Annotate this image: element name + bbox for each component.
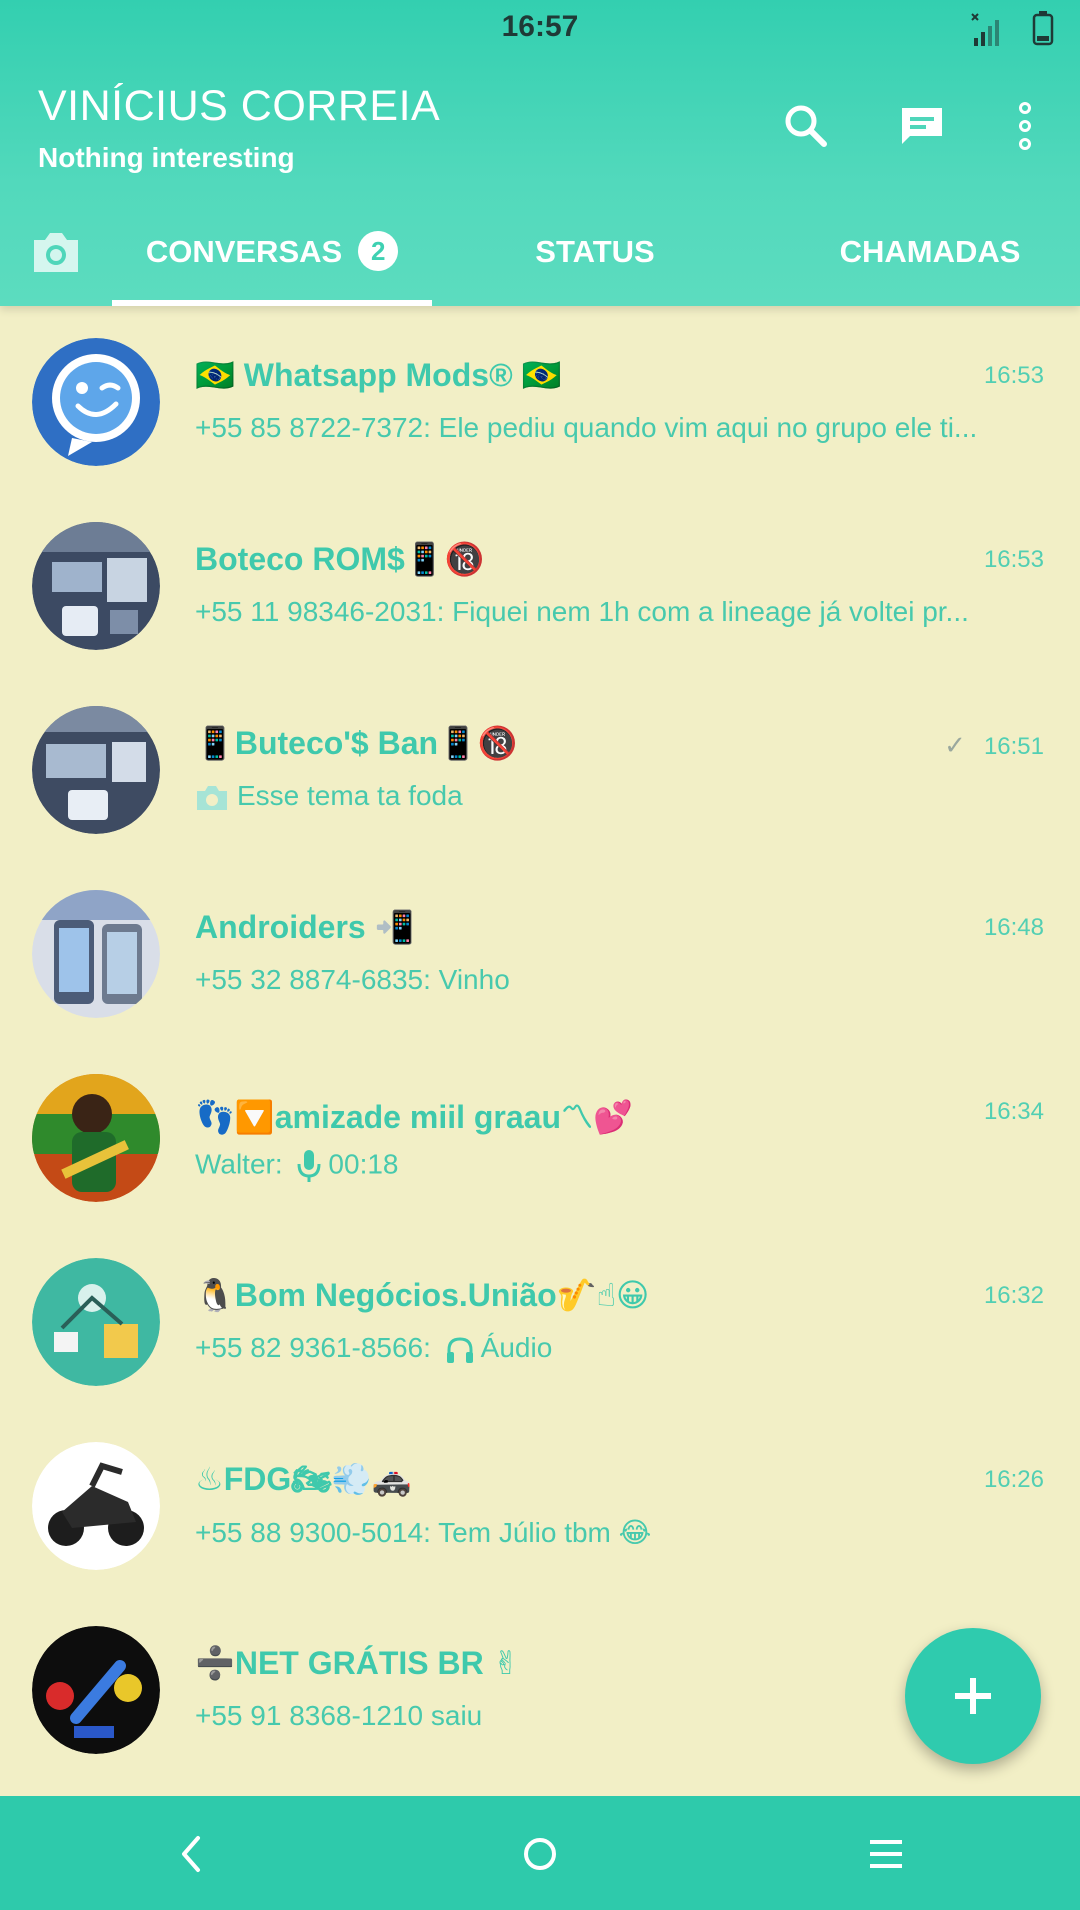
chat-avatar bbox=[32, 1626, 160, 1754]
audio-label: Áudio bbox=[480, 1332, 553, 1363]
chat-preview-container: Esse tema ta foda bbox=[195, 780, 1025, 812]
camera-icon[interactable] bbox=[30, 228, 82, 276]
chat-preview: +55 85 8722-7372: Ele pediu quando vim a… bbox=[195, 412, 978, 443]
chat-title: 🐧Bom Negócios.União🎷☝😀 bbox=[195, 1277, 650, 1313]
home-icon[interactable] bbox=[512, 1826, 568, 1882]
chat-avatar bbox=[32, 1074, 160, 1202]
chat-time: 16:34 bbox=[983, 1098, 1044, 1125]
camera-icon bbox=[197, 785, 227, 810]
chat-preview: +55 88 9300-5014: Tem Júlio tbm 😂 bbox=[195, 1517, 652, 1548]
plus-icon bbox=[955, 1678, 991, 1714]
chat-row[interactable]: 🐧Bom Negócios.União🎷☝😀 16:32 +55 82 9361… bbox=[0, 1226, 1080, 1410]
chat-avatar bbox=[32, 338, 160, 466]
recent-apps-icon[interactable] bbox=[858, 1826, 914, 1882]
chat-avatar bbox=[32, 1258, 160, 1386]
chat-list: 🇧🇷 Whatsapp Mods® 🇧🇷 16:53 +55 85 8722-7… bbox=[0, 306, 1080, 1796]
chat-avatar bbox=[32, 890, 160, 1018]
new-chat-icon[interactable] bbox=[896, 100, 948, 152]
chat-row[interactable]: ♨FDG🏍💨🚓 16:26 +55 88 9300-5014: Tem Júli… bbox=[0, 1410, 1080, 1594]
chat-row[interactable]: 👣🔽amizade miil graau〽💕 16:34 Walter: 00:… bbox=[0, 1042, 1080, 1226]
chat-title: 👣🔽amizade miil graau〽💕 bbox=[195, 1099, 633, 1135]
voice-duration: 00:18 bbox=[328, 1148, 399, 1180]
chat-row[interactable]: 🇧🇷 Whatsapp Mods® 🇧🇷 16:53 +55 85 8722-7… bbox=[0, 306, 1080, 490]
tab-bar: CONVERSAS 2 STATUS CHAMADAS bbox=[0, 206, 1080, 306]
chat-avatar bbox=[32, 706, 160, 834]
chat-time: 16:51 bbox=[983, 733, 1044, 760]
tab-conversas[interactable]: CONVERSAS 2 bbox=[112, 231, 432, 274]
chat-preview-container: Walter: 00:18 bbox=[195, 1148, 1025, 1184]
sent-check-icon: ✓ bbox=[944, 730, 966, 760]
chat-avatar bbox=[32, 1442, 160, 1570]
chat-avatar bbox=[32, 522, 160, 650]
chat-row[interactable]: Boteco ROM$📱🔞 16:53 +55 11 98346-2031: F… bbox=[0, 490, 1080, 674]
chat-row[interactable]: Androiders 📲 16:48 +55 32 8874-6835: Vin… bbox=[0, 858, 1080, 1042]
chat-time: 16:53 bbox=[983, 546, 1044, 573]
chat-preview-sender: Walter: bbox=[195, 1148, 283, 1180]
chat-time-container: ✓ 16:51 bbox=[944, 730, 1044, 761]
app-bar: 16:57 VINÍCIUS CORREIA Nothing interesti… bbox=[0, 0, 1080, 306]
system-nav-bar bbox=[0, 1796, 1080, 1910]
tab-conversas-label: CONVERSAS bbox=[145, 234, 343, 270]
more-options-icon[interactable] bbox=[1010, 100, 1040, 152]
back-icon[interactable] bbox=[164, 1826, 220, 1882]
chat-title: 📱Buteco'$ Ban📱🔞 bbox=[195, 725, 518, 761]
chat-title: ➗NET GRÁTIS BR ✌ bbox=[195, 1645, 520, 1681]
chat-title: ♨FDG🏍💨🚓 bbox=[195, 1461, 412, 1497]
chat-time: 16:48 bbox=[983, 914, 1044, 941]
chat-preview: +55 32 8874-6835: Vinho bbox=[195, 964, 510, 995]
chat-title: Boteco ROM$📱🔞 bbox=[195, 541, 485, 577]
chat-time: 16:53 bbox=[983, 362, 1044, 389]
microphone-icon bbox=[297, 1150, 321, 1182]
chat-preview: +55 11 98346-2031: Fiquei nem 1h com a l… bbox=[195, 596, 969, 627]
chat-row[interactable]: 📱Buteco'$ Ban📱🔞 ✓ 16:51 Esse tema ta foda bbox=[0, 674, 1080, 858]
signal-icon bbox=[971, 13, 999, 46]
tab-chamadas[interactable]: CHAMADAS bbox=[780, 234, 1080, 270]
chat-preview-sender: +55 82 9361-8566: bbox=[195, 1332, 431, 1363]
new-chat-fab[interactable] bbox=[905, 1628, 1041, 1764]
search-icon[interactable] bbox=[780, 100, 832, 152]
status-bar: 16:57 bbox=[0, 0, 1080, 62]
status-time: 16:57 bbox=[501, 10, 579, 43]
chat-preview-container: +55 82 9361-8566: Áudio bbox=[195, 1332, 1025, 1365]
chat-preview: +55 91 8368-1210 saiu bbox=[195, 1700, 483, 1731]
headphones-icon bbox=[446, 1337, 473, 1363]
account-status: Nothing interesting bbox=[38, 142, 295, 173]
chat-preview: Esse tema ta foda bbox=[237, 780, 463, 811]
chat-title: Androiders 📲 bbox=[195, 909, 415, 945]
account-name: VINÍCIUS CORREIA bbox=[38, 82, 441, 130]
chat-title: 🇧🇷 Whatsapp Mods® 🇧🇷 bbox=[195, 357, 562, 393]
chat-time: 16:32 bbox=[983, 1282, 1044, 1309]
battery-icon bbox=[1032, 11, 1054, 46]
unread-badge: 2 bbox=[358, 231, 399, 271]
chat-time: 16:26 bbox=[983, 1466, 1044, 1493]
tab-status[interactable]: STATUS bbox=[470, 234, 720, 270]
